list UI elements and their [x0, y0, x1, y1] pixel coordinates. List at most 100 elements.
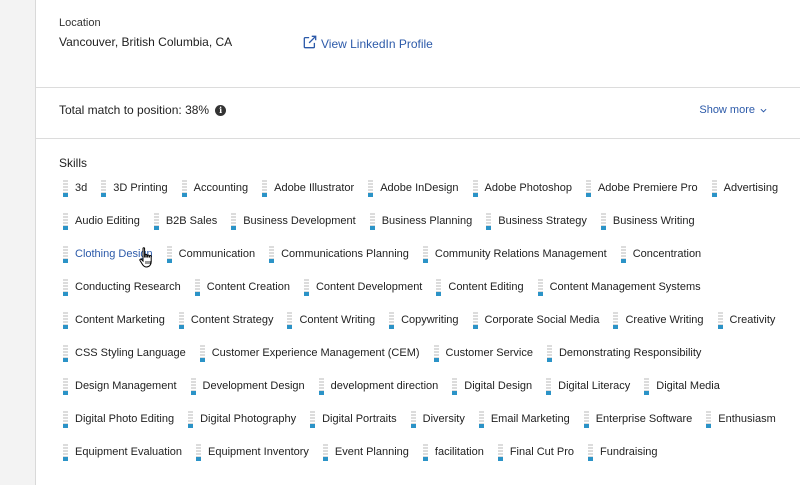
- skill-tag[interactable]: Business Strategy: [486, 212, 587, 230]
- skill-tag[interactable]: B2B Sales: [153, 212, 217, 230]
- skill-tag[interactable]: Communication: [166, 245, 255, 263]
- skill-name[interactable]: Business Development: [243, 215, 356, 227]
- skill-tag[interactable]: Business Development: [231, 212, 356, 230]
- skill-name[interactable]: Enthusiasm: [718, 413, 775, 425]
- skill-tag[interactable]: Content Management Systems: [537, 278, 701, 296]
- skill-tag[interactable]: Equipment Inventory: [196, 443, 309, 461]
- skill-name[interactable]: Email Marketing: [491, 413, 570, 425]
- skill-name[interactable]: Audio Editing: [75, 215, 140, 227]
- skill-tag[interactable]: Adobe Photoshop: [472, 179, 572, 197]
- skill-name[interactable]: Content Creation: [207, 281, 290, 293]
- skill-name[interactable]: Content Writing: [299, 314, 375, 326]
- skill-name[interactable]: 3D Printing: [113, 182, 167, 194]
- view-linkedin-link[interactable]: View LinkedIn Profile: [303, 35, 433, 52]
- skill-name[interactable]: Clothing Design: [75, 248, 153, 260]
- skill-tag[interactable]: development direction: [318, 377, 439, 395]
- skill-name[interactable]: Copywriting: [401, 314, 458, 326]
- skill-tag[interactable]: Content Strategy: [178, 311, 274, 329]
- skill-name[interactable]: Digital Literacy: [558, 380, 630, 392]
- skill-tag[interactable]: Digital Portraits: [310, 410, 397, 428]
- skill-name[interactable]: Creative Writing: [625, 314, 703, 326]
- skill-name[interactable]: Diversity: [423, 413, 465, 425]
- skill-tag[interactable]: Copywriting: [389, 311, 459, 329]
- skill-name[interactable]: Digital Media: [656, 380, 720, 392]
- skill-name[interactable]: Digital Photo Editing: [75, 413, 174, 425]
- skill-name[interactable]: facilitation: [435, 446, 484, 458]
- skill-name[interactable]: Content Marketing: [75, 314, 165, 326]
- skill-name[interactable]: Adobe Illustrator: [274, 182, 354, 194]
- skill-tag[interactable]: Corporate Social Media: [472, 311, 600, 329]
- skill-tag[interactable]: Conducting Research: [63, 278, 181, 296]
- skill-name[interactable]: B2B Sales: [166, 215, 217, 227]
- skill-name[interactable]: Final Cut Pro: [510, 446, 574, 458]
- skill-name[interactable]: Content Development: [316, 281, 422, 293]
- skill-name[interactable]: 3d: [75, 182, 87, 194]
- skill-name[interactable]: Business Writing: [613, 215, 695, 227]
- skill-tag[interactable]: Business Planning: [369, 212, 472, 230]
- skill-name[interactable]: Development Design: [203, 380, 305, 392]
- skill-name[interactable]: Adobe Premiere Pro: [598, 182, 698, 194]
- skill-tag[interactable]: Accounting: [181, 179, 248, 197]
- show-more-button[interactable]: Show more: [699, 104, 767, 116]
- skill-tag[interactable]: Digital Media: [644, 377, 720, 395]
- skill-name[interactable]: Adobe InDesign: [380, 182, 458, 194]
- skill-tag[interactable]: Event Planning: [322, 443, 409, 461]
- skill-tag[interactable]: Digital Photography: [188, 410, 296, 428]
- skill-tag[interactable]: Concentration: [620, 245, 702, 263]
- skill-name[interactable]: Content Management Systems: [550, 281, 701, 293]
- skill-tag[interactable]: Fundraising: [588, 443, 658, 461]
- skill-tag[interactable]: Adobe Premiere Pro: [585, 179, 698, 197]
- skill-tag[interactable]: Adobe InDesign: [368, 179, 459, 197]
- skill-name[interactable]: Digital Design: [464, 380, 532, 392]
- skill-name[interactable]: Community Relations Management: [435, 248, 607, 260]
- skill-name[interactable]: Business Strategy: [498, 215, 587, 227]
- skill-tag[interactable]: Community Relations Management: [422, 245, 607, 263]
- skill-name[interactable]: Accounting: [194, 182, 248, 194]
- skill-tag[interactable]: Audio Editing: [63, 212, 140, 230]
- skill-name[interactable]: Enterprise Software: [596, 413, 693, 425]
- skill-name[interactable]: Concentration: [633, 248, 702, 260]
- skill-tag[interactable]: 3D Printing: [101, 179, 168, 197]
- skill-name[interactable]: Digital Portraits: [322, 413, 397, 425]
- skill-tag[interactable]: Enterprise Software: [583, 410, 693, 428]
- skill-tag[interactable]: CSS Styling Language: [63, 344, 186, 362]
- skill-tag[interactable]: Customer Service: [433, 344, 533, 362]
- skill-name[interactable]: Customer Service: [446, 347, 533, 359]
- skill-name[interactable]: Communication: [179, 248, 255, 260]
- skill-tag[interactable]: facilitation: [422, 443, 484, 461]
- skill-name[interactable]: Event Planning: [335, 446, 409, 458]
- skill-name[interactable]: Design Management: [75, 380, 177, 392]
- skill-tag[interactable]: Content Creation: [194, 278, 290, 296]
- skill-name[interactable]: CSS Styling Language: [75, 347, 186, 359]
- skill-tag[interactable]: Content Marketing: [63, 311, 165, 329]
- skill-tag[interactable]: Development Design: [190, 377, 305, 395]
- skill-tag[interactable]: Adobe Illustrator: [262, 179, 354, 197]
- skill-name[interactable]: Digital Photography: [200, 413, 296, 425]
- skill-name[interactable]: Conducting Research: [75, 281, 181, 293]
- skill-tag[interactable]: Equipment Evaluation: [63, 443, 182, 461]
- skill-name[interactable]: Corporate Social Media: [485, 314, 600, 326]
- skill-tag[interactable]: Digital Photo Editing: [63, 410, 174, 428]
- info-icon[interactable]: i: [215, 104, 227, 116]
- skill-name[interactable]: Content Editing: [448, 281, 523, 293]
- skill-tag[interactable]: Creative Writing: [613, 311, 704, 329]
- skill-tag[interactable]: Communications Planning: [269, 245, 409, 263]
- skill-tag[interactable]: Business Writing: [600, 212, 695, 230]
- skill-tag[interactable]: Final Cut Pro: [497, 443, 574, 461]
- skill-name[interactable]: development direction: [331, 380, 439, 392]
- skill-name[interactable]: Demonstrating Responsibility: [559, 347, 701, 359]
- skill-name[interactable]: Equipment Inventory: [208, 446, 309, 458]
- skill-name[interactable]: Adobe Photoshop: [485, 182, 572, 194]
- skill-tag[interactable]: Content Development: [303, 278, 422, 296]
- skill-tag[interactable]: Content Writing: [287, 311, 375, 329]
- skill-tag[interactable]: Advertising: [711, 179, 778, 197]
- skill-tag[interactable]: Customer Experience Management (CEM): [199, 344, 420, 362]
- view-linkedin-label[interactable]: View LinkedIn Profile: [321, 37, 433, 51]
- skill-tag[interactable]: Enthusiasm: [706, 410, 776, 428]
- skill-tag[interactable]: Creativity: [717, 311, 776, 329]
- skill-name[interactable]: Creativity: [730, 314, 776, 326]
- skill-name[interactable]: Fundraising: [600, 446, 657, 458]
- skill-name[interactable]: Content Strategy: [191, 314, 274, 326]
- skill-name[interactable]: Communications Planning: [281, 248, 409, 260]
- skill-name[interactable]: Customer Experience Management (CEM): [212, 347, 420, 359]
